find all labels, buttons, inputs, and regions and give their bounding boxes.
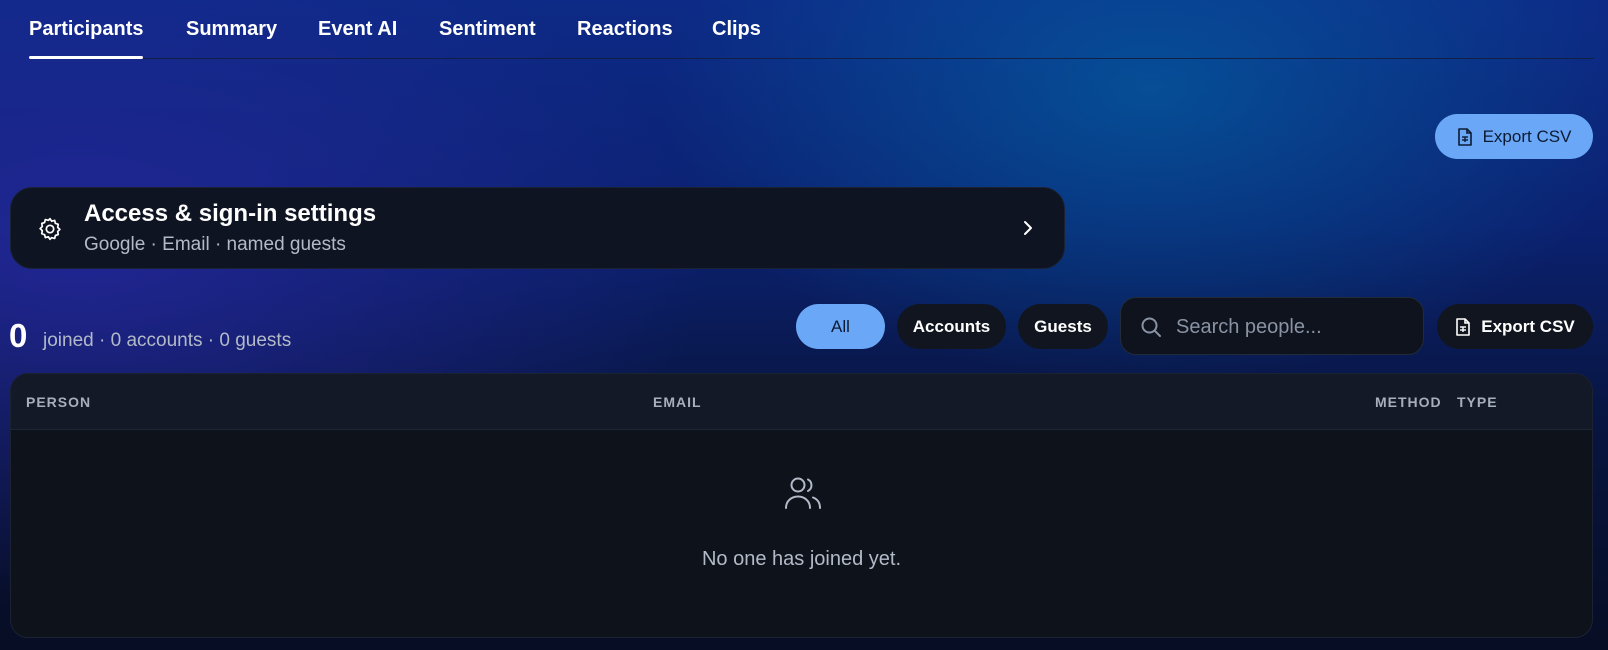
tab-bar: Participants Summary Event AI Sentiment … bbox=[29, 0, 1594, 59]
search-box bbox=[1120, 297, 1424, 355]
tab-sentiment[interactable]: Sentiment bbox=[439, 18, 536, 41]
file-icon bbox=[1456, 317, 1471, 336]
filter-all[interactable]: All bbox=[796, 304, 885, 349]
settings-title: Access & sign-in settings bbox=[84, 200, 377, 227]
filter-guests[interactable]: Guests bbox=[1018, 304, 1108, 349]
filter-accounts[interactable]: Accounts bbox=[897, 304, 1006, 349]
export-csv-label: Export CSV bbox=[1481, 316, 1575, 336]
tab-clips[interactable]: Clips bbox=[712, 18, 761, 41]
export-csv-button-secondary[interactable]: Export CSV bbox=[1437, 304, 1593, 349]
file-icon bbox=[1457, 127, 1472, 146]
joined-count: 0 bbox=[9, 317, 28, 354]
export-csv-label: Export CSV bbox=[1482, 126, 1572, 146]
tab-event-ai[interactable]: Event AI bbox=[318, 18, 397, 41]
column-person[interactable]: PERSON bbox=[26, 394, 91, 410]
search-input[interactable] bbox=[1176, 310, 1406, 344]
table-header: PERSON EMAIL METHOD TYPE bbox=[11, 374, 1592, 430]
search-icon bbox=[1141, 317, 1161, 337]
empty-state-message: No one has joined yet. bbox=[701, 548, 902, 570]
column-method[interactable]: METHOD bbox=[1375, 394, 1442, 410]
export-csv-button[interactable]: Export CSV bbox=[1435, 114, 1593, 159]
gear-icon bbox=[39, 217, 61, 241]
tab-participants[interactable]: Participants bbox=[29, 18, 144, 59]
column-email[interactable]: EMAIL bbox=[653, 394, 702, 410]
access-settings-card[interactable]: Access & sign-in settings Google · Email… bbox=[10, 187, 1065, 269]
tab-reactions[interactable]: Reactions bbox=[577, 18, 673, 41]
column-type[interactable]: TYPE bbox=[1457, 394, 1498, 410]
settings-subtitle: Google · Email · named guests bbox=[84, 234, 346, 255]
joined-summary: joined · 0 accounts · 0 guests bbox=[43, 330, 292, 351]
users-icon bbox=[785, 477, 821, 509]
chevron-right-icon bbox=[1024, 221, 1032, 235]
tab-summary[interactable]: Summary bbox=[186, 18, 277, 41]
participants-table: PERSON EMAIL METHOD TYPE No one has join… bbox=[10, 373, 1593, 638]
